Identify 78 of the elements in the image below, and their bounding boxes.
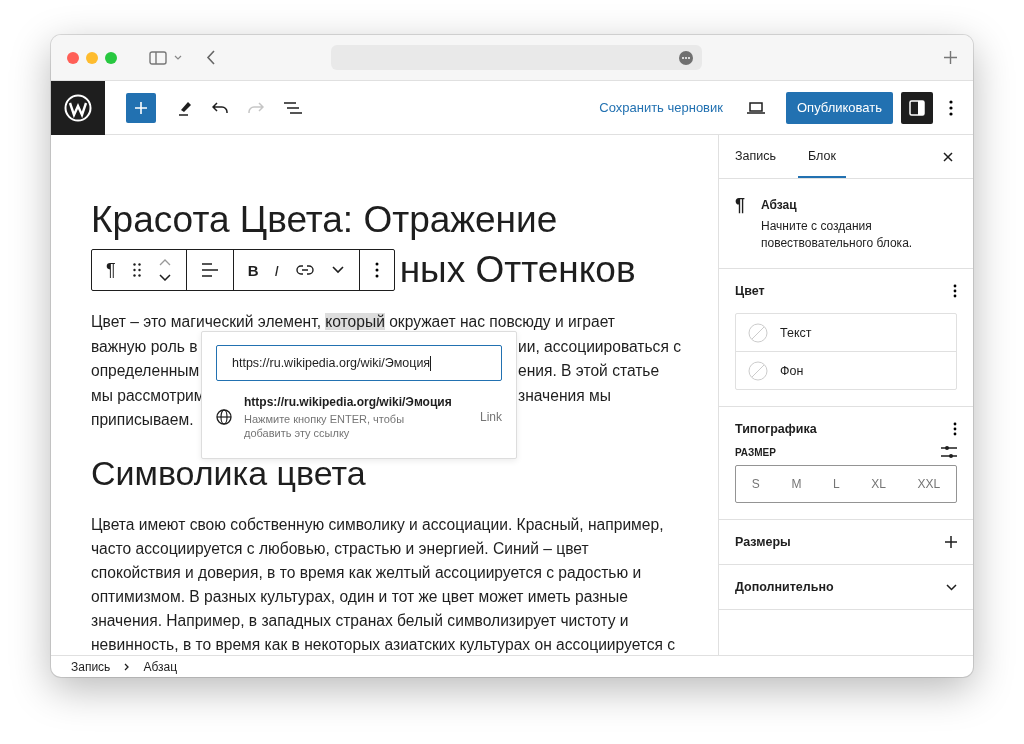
block-name: Абзац	[761, 197, 798, 213]
paragraph-line: оптимизмом. В разных культурах, один и тот же цвет может иметь разные	[91, 586, 629, 607]
settings-icon[interactable]	[941, 445, 957, 459]
options-icon[interactable]	[953, 422, 957, 436]
laptop-icon[interactable]	[747, 101, 765, 114]
paragraph-line: приписываем.	[91, 410, 194, 430]
chevron-down-icon[interactable]	[946, 583, 957, 591]
new-tab-icon[interactable]	[944, 51, 957, 64]
url-field[interactable]: https://ru.wikipedia.org/wiki/Эмоция	[216, 345, 502, 381]
sidebar-tab[interactable]: Запись	[725, 135, 786, 178]
size-option[interactable]: XL	[865, 473, 892, 495]
color-option[interactable]: Текст	[736, 314, 956, 351]
block-description: Начните с создания повествовательного блока.	[761, 218, 914, 252]
bold-button[interactable]: B	[239, 261, 267, 279]
paragraph-line: ии, ассоциироваться с	[518, 336, 681, 357]
logo-icon	[64, 93, 92, 122]
drag-handle-icon[interactable]	[132, 263, 141, 277]
post-title: Красота Цвета: Отражение	[91, 198, 559, 242]
sidebar-tab[interactable]: Блок	[798, 135, 846, 178]
move-up-down-icon[interactable]	[158, 259, 171, 281]
settings-button[interactable]	[901, 91, 933, 124]
size-label: РАЗМЕР	[735, 446, 776, 458]
size-option[interactable]: XXL	[911, 473, 947, 495]
close-icon[interactable]	[943, 151, 953, 162]
suggestion-type: Link	[480, 410, 502, 424]
options-icon[interactable]	[953, 284, 957, 298]
paragraph-line: мы рассмотрим	[91, 385, 205, 406]
breadcrumb[interactable]: Запись	[67, 659, 115, 674]
globe-icon	[216, 409, 232, 425]
no-color-icon	[748, 322, 768, 343]
paragraph-line: Цвет – это магический элемент, который окружает нас повсюду и играет	[91, 312, 616, 332]
back-icon[interactable]	[206, 50, 215, 65]
panel-title: Типографика	[735, 422, 817, 436]
italic-button[interactable]: I	[266, 261, 287, 279]
suggestion-url: https://ru.wikipedia.org/wiki/Эмоция	[244, 394, 453, 410]
paragraph-line: невинность, в то время как в некоторых азиатских культурах он ассоциируется с	[91, 634, 677, 655]
breadcrumb[interactable]: Абзац	[139, 659, 182, 674]
options-icon[interactable]	[949, 99, 953, 116]
list-view-icon[interactable]	[284, 101, 302, 114]
size-option[interactable]: M	[785, 473, 808, 495]
paragraph-line: спокойствия и доверия, в то время как желтый ассоциируется с радостью и	[91, 562, 643, 583]
panel-title: Размеры	[735, 535, 791, 549]
logo-tile[interactable]	[51, 80, 105, 135]
plus-icon	[134, 100, 148, 115]
paragraph-line: ения. В этой статье	[518, 361, 660, 381]
align-left-icon[interactable]	[201, 263, 218, 277]
panel-title: Цвет	[735, 284, 765, 298]
link-icon[interactable]	[295, 265, 314, 275]
plus-icon[interactable]	[945, 536, 957, 548]
more-icon[interactable]	[679, 50, 693, 65]
panel-title: Дополнительно	[735, 580, 834, 594]
paragraph-line: Цвета имеют свою собственную символику и ассоциации. Красный, например,	[91, 514, 665, 535]
paragraph-line: важную роль в	[91, 336, 198, 357]
add-block-button[interactable]	[126, 92, 156, 123]
paragraph-line: значения мы	[518, 385, 611, 406]
chevron-right-icon	[124, 662, 130, 671]
sidebar-icon[interactable]	[149, 50, 167, 65]
post-title: ных Оттенков	[399, 248, 636, 292]
save-draft-button[interactable]: Сохранить черновик	[591, 94, 731, 121]
size-option[interactable]: L	[826, 473, 846, 495]
paragraph-line: значения. Например, в западных странах белый символизирует чистоту и	[91, 610, 630, 631]
sidebar-icon	[909, 99, 925, 116]
chevron-down-icon[interactable]	[331, 266, 344, 274]
block-icon: ¶	[735, 197, 745, 250]
link-suggestion[interactable]: https://ru.wikipedia.org/wiki/Эмоция Нажмите кнопку ENTER, чтобы добавить эту ссылку Link	[216, 394, 502, 440]
block-type-button[interactable]: ¶	[98, 259, 124, 281]
paragraph-line: часто ассоциируется с любовью, страстью и энергией. Синий – цвет	[91, 538, 590, 559]
close-window-button[interactable]	[67, 51, 79, 64]
size-option[interactable]: S	[745, 473, 766, 495]
paragraph-line: определенным	[91, 361, 200, 381]
section-heading: Символика цвета	[91, 452, 367, 494]
pen-icon[interactable]	[178, 99, 192, 116]
no-color-icon	[748, 360, 768, 381]
suggestion-hint: Нажмите кнопку ENTER, чтобы добавить эту ссылку	[244, 412, 406, 440]
options-icon[interactable]	[374, 262, 379, 278]
publish-button[interactable]: Опубликовать	[786, 91, 893, 124]
undo-icon[interactable]	[212, 101, 228, 114]
color-option[interactable]: Фон	[736, 351, 956, 389]
